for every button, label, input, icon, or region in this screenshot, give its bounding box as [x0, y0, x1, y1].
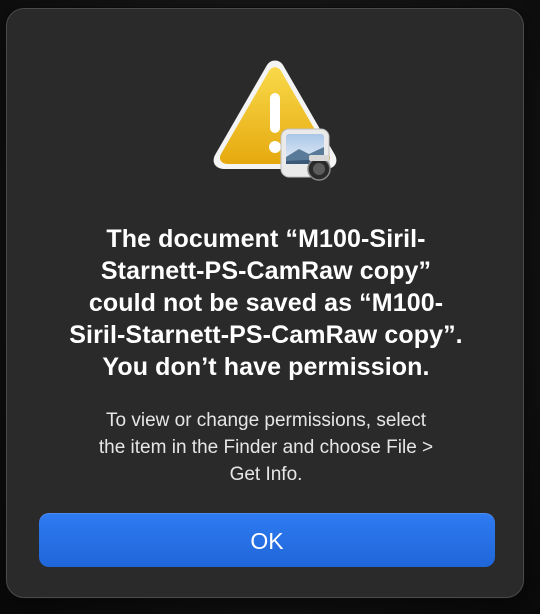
alert-message-line: The document “M100-Siril-	[106, 225, 426, 253]
alert-dialog: The document “M100-Siril- Starnett-PS-Ca…	[6, 8, 524, 598]
alert-message-line: could not be saved as “M100-	[88, 289, 444, 317]
info-line: To view or change permissions, select	[106, 410, 426, 431]
alert-informative-text: To view or change permissions, select th…	[27, 407, 505, 488]
warning-icon	[207, 59, 347, 189]
ok-button[interactable]: OK	[39, 513, 495, 567]
alert-message-line: Starnett-PS-CamRaw copy”	[100, 257, 432, 285]
preview-app-icon	[280, 128, 331, 181]
alert-message-line: You don’t have permission.	[102, 353, 430, 381]
info-line: the item in the Finder and choose File >	[98, 437, 434, 458]
alert-message: The document “M100-Siril- Starnett-PS-Ca…	[27, 223, 505, 383]
caution-triangle-icon	[213, 60, 337, 181]
alert-message-line: Siril-Starnett-PS-CamRaw copy”.	[69, 321, 463, 349]
info-line: Get Info.	[229, 464, 303, 485]
